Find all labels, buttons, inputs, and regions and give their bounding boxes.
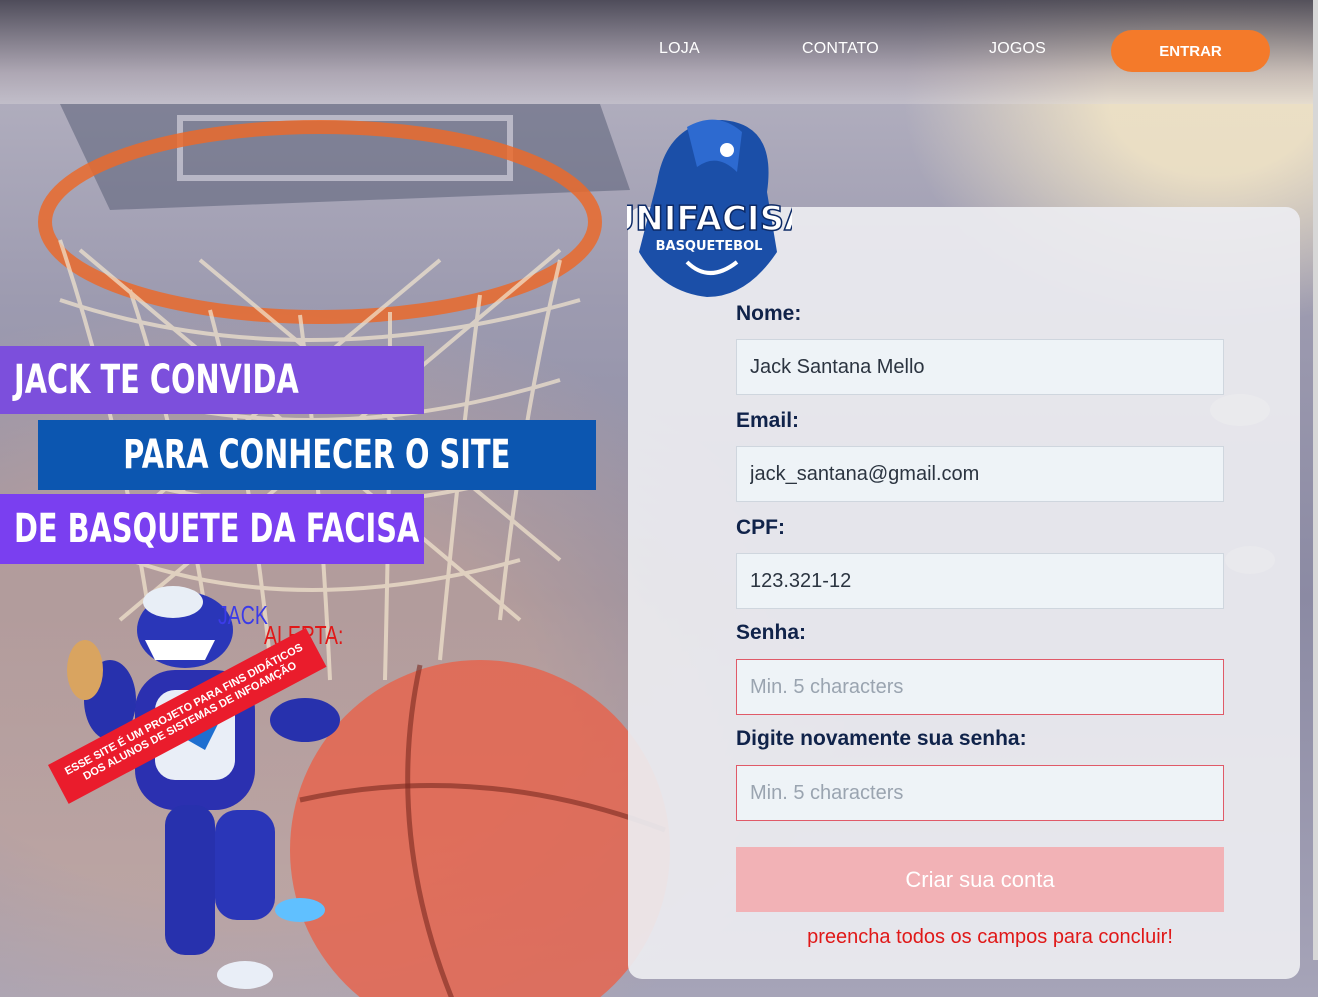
banner-line-3: DE BASQUETE DA FACISA — [0, 494, 424, 564]
password-input[interactable] — [736, 659, 1224, 715]
confirm-password-label: Digite novamente sua senha: — [736, 727, 1027, 750]
name-input[interactable] — [736, 339, 1224, 395]
nav-link-jogos[interactable]: JOGOS — [989, 40, 1046, 58]
banner-line-3-text: DE BASQUETE DA FACISA — [14, 506, 420, 552]
email-label: Email: — [736, 409, 800, 432]
banner-line-2: PARA CONHECER O SITE — [38, 420, 596, 490]
confirm-password-input[interactable] — [736, 765, 1224, 821]
email-input[interactable] — [736, 446, 1224, 502]
banner-line-2-text: PARA CONHECER O SITE — [123, 432, 511, 478]
banner-line-1-text: JACK TE CONVIDA — [14, 357, 299, 403]
nav-link-contato[interactable]: CONTATO — [802, 40, 879, 58]
cpf-input[interactable] — [736, 553, 1224, 609]
alert-jack-word: JACK — [218, 600, 268, 630]
banner-line-1: JACK TE CONVIDA — [0, 346, 424, 414]
form-warning-message: preencha todos os campos para concluir! — [807, 926, 1173, 948]
logo-sub-text: BASQUETEBOL — [656, 239, 763, 254]
logo-main-text: UNIFACISA — [627, 199, 792, 239]
cpf-label: CPF: — [736, 516, 785, 539]
name-label: Nome: — [736, 302, 802, 325]
nav-link-loja[interactable]: LOJA — [659, 40, 700, 58]
unifacisa-logo: UNIFACISA BASQUETEBOL — [627, 119, 792, 297]
enter-button[interactable]: ENTRAR — [1111, 30, 1270, 72]
password-label: Senha: — [736, 621, 807, 644]
page-scrollbar[interactable] — [1313, 0, 1318, 960]
create-account-button[interactable]: Criar sua conta — [736, 847, 1224, 912]
